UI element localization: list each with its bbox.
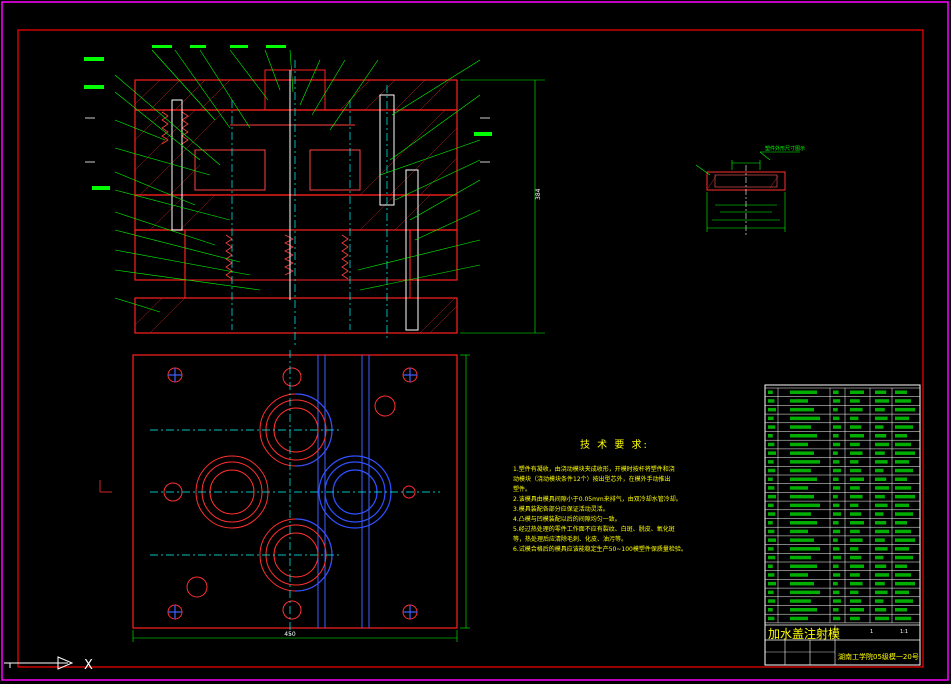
school-name: 湖南工学院05级模一20号 [838, 652, 919, 661]
tech-req-line-2: 动模块（浇动模块条件12个）按出型芯外，在模外手动推出 [513, 475, 671, 483]
part-detail-view[interactable]: 塑件外形尺寸图示 [695, 145, 805, 235]
tech-req-line-6: 4.凸模与凹模装配以后的间隙均匀一致。 [513, 515, 621, 523]
dim-overall-height: 384 [535, 188, 542, 200]
dim-bottom-width: 450 [284, 631, 296, 638]
tech-req-line-8: 等，热处理后应清除毛刺、化皮、油污等。 [513, 535, 627, 543]
tech-req-heading: 技 术 要 求: [580, 438, 649, 451]
cad-drawing-canvas[interactable]: 384 450 塑件外形尺寸图示 加水盖注射模 湖南工学院05级模一20号 1:… [0, 0, 951, 684]
part-detail-label: 塑件外形尺寸图示 [765, 145, 805, 152]
outer-frame [1, 1, 949, 681]
ucs-x-label: X [84, 658, 93, 673]
drawing-title: 加水盖注射模 [768, 626, 840, 641]
tech-req-line-4: 2.该模具由模具间隙小于0.05mm来排气，由双冷却水管冷却。 [513, 495, 682, 503]
parts-list-table[interactable] [764, 384, 921, 666]
sheet-value: 1 [870, 629, 873, 635]
tech-req-line-1: 1.塑件有凝收，由浇动模块夹成收形，开模时按杆将塑件和浇 [513, 465, 675, 473]
scale-value: 1:1 [900, 629, 908, 635]
tech-req-line-9: 6.试模合格后的模具应该能稳定生产50~100模塑件保质量检验。 [513, 545, 687, 553]
tech-req-line-7: 5.经过热处理的零件工作面不应有裂纹、白斑、脱皮、氧化斑 [513, 525, 675, 533]
tech-req-line-5: 3.模具装配各部分应保证活动灵活。 [513, 505, 609, 513]
tech-req-line-3: 塑件。 [513, 485, 531, 493]
inner-border [17, 29, 924, 668]
section-view[interactable]: 384 [84, 45, 545, 345]
plan-view[interactable]: 450 [99, 350, 470, 642]
technical-requirements: 技 术 要 求: 1.塑件有凝收，由浇动模块夹成收形，开模时按杆将塑件和浇 动模… [513, 438, 687, 553]
